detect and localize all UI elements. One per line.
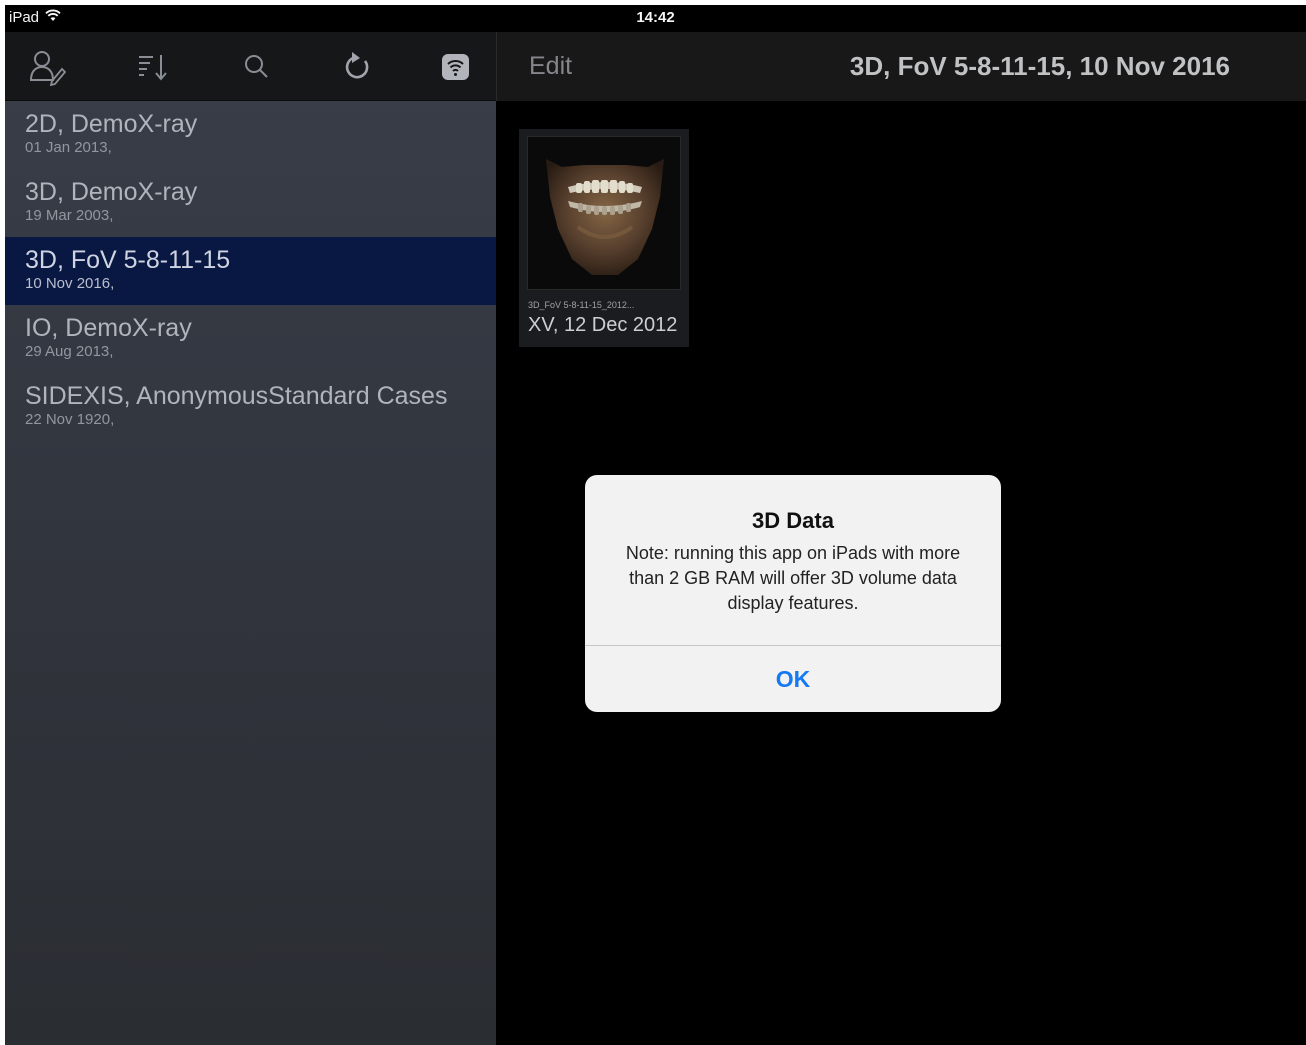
alert-dialog: 3D Data Note: running this app on iPads …	[585, 475, 1001, 712]
alert-message: Note: running this app on iPads with mor…	[625, 543, 961, 613]
alert-title: 3D Data	[752, 508, 834, 533]
ok-button[interactable]: OK	[585, 646, 1001, 712]
ipad-screen: iPad 14:42 2D, DemoX-ray 01 Jan 2013, 3D…	[5, 5, 1306, 1045]
